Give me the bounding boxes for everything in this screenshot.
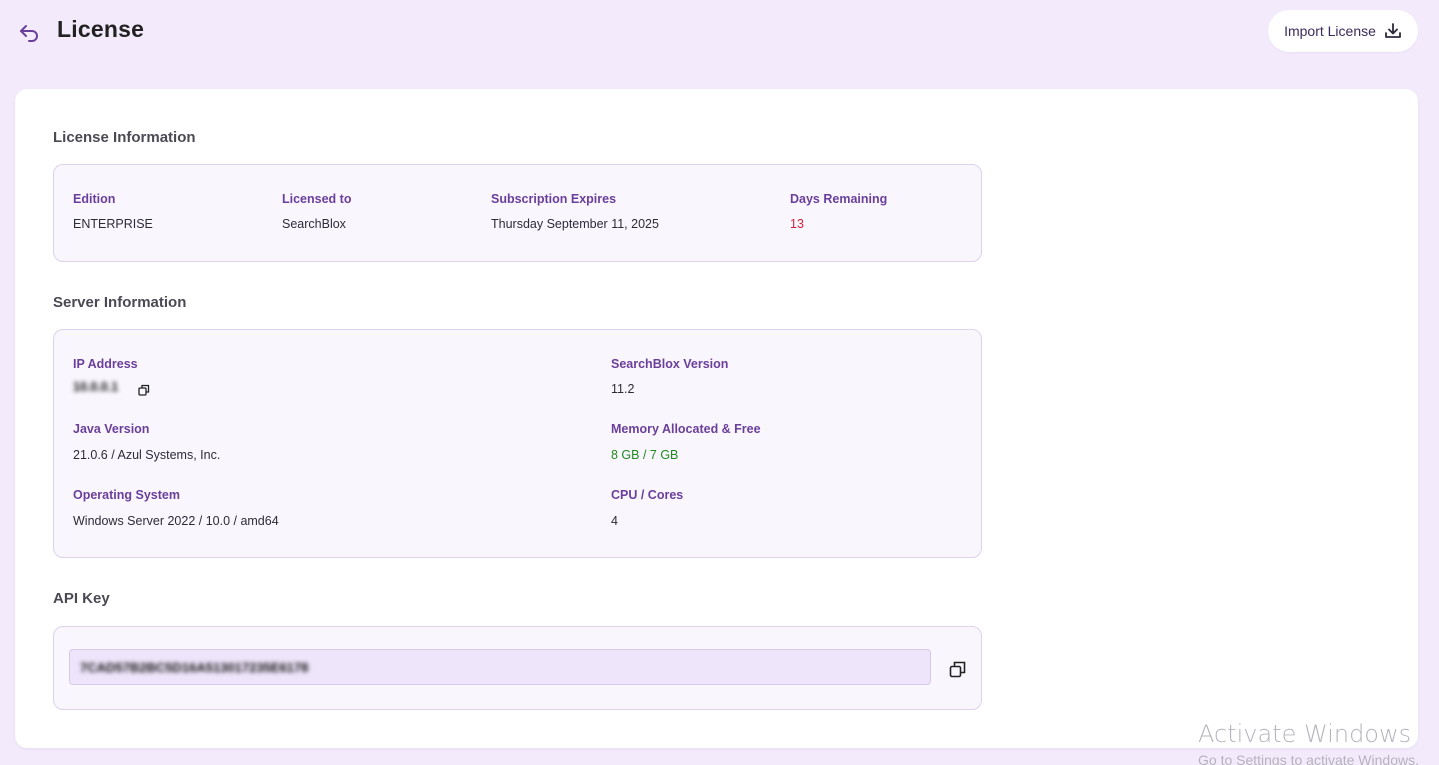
api-key-title: API Key xyxy=(53,590,110,607)
download-icon xyxy=(1385,23,1401,38)
java-version-label: Java Version xyxy=(73,422,150,436)
license-info-box: Edition ENTERPRISE Licensed to SearchBlo… xyxy=(53,164,982,262)
days-remaining-value: 13 xyxy=(790,217,804,231)
licensed-to-value: SearchBlox xyxy=(282,217,346,231)
java-version-value: 21.0.6 / Azul Systems, Inc. xyxy=(73,448,221,462)
license-card: License Information Edition ENTERPRISE L… xyxy=(15,89,1418,748)
activate-windows-watermark: Activate Windows xyxy=(1198,720,1412,748)
ip-address-value: 10.0.0.1 xyxy=(73,380,119,394)
subscription-expires-value: Thursday September 11, 2025 xyxy=(491,217,659,231)
copy-icon xyxy=(138,384,150,396)
copy-icon xyxy=(949,661,965,677)
page-title: License xyxy=(57,16,145,42)
searchblox-version-value: 11.2 xyxy=(611,382,635,396)
days-remaining-label: Days Remaining xyxy=(790,192,888,206)
cpu-cores-label: CPU / Cores xyxy=(611,488,684,502)
api-key-box: 7CAD57B2BC5D16A513017235E6178 xyxy=(53,626,982,710)
edition-value: ENTERPRISE xyxy=(73,217,153,231)
operating-system-label: Operating System xyxy=(73,488,180,502)
memory-label: Memory Allocated & Free xyxy=(611,422,761,436)
server-info-box: IP Address 10.0.0.1 SearchBlox Version 1… xyxy=(53,329,982,558)
api-key-value: 7CAD57B2BC5D16A513017235E6178 xyxy=(80,659,309,675)
memory-value: 8 GB / 7 GB xyxy=(611,448,679,462)
subscription-expires-label: Subscription Expires xyxy=(491,192,617,206)
searchblox-version-label: SearchBlox Version xyxy=(611,357,729,371)
ip-address-label: IP Address xyxy=(73,357,138,371)
server-info-title: Server Information xyxy=(53,294,187,311)
back-button[interactable] xyxy=(16,20,42,44)
api-key-field[interactable]: 7CAD57B2BC5D16A513017235E6178 xyxy=(69,649,931,685)
page-header: License Import License xyxy=(0,0,1439,70)
activate-windows-hint: Go to Settings to activate Windows. xyxy=(1198,752,1419,765)
import-license-label: Import License xyxy=(1284,23,1376,39)
copy-api-key-button[interactable] xyxy=(947,659,967,679)
cpu-cores-value: 4 xyxy=(611,514,618,528)
operating-system-value: Windows Server 2022 / 10.0 / amd64 xyxy=(73,514,279,528)
license-info-title: License Information xyxy=(53,129,196,146)
edition-label: Edition xyxy=(73,192,116,206)
licensed-to-label: Licensed to xyxy=(282,192,352,206)
copy-ip-button[interactable] xyxy=(137,383,151,397)
import-license-button[interactable]: Import License xyxy=(1268,10,1418,52)
back-arrow-icon xyxy=(20,25,38,42)
